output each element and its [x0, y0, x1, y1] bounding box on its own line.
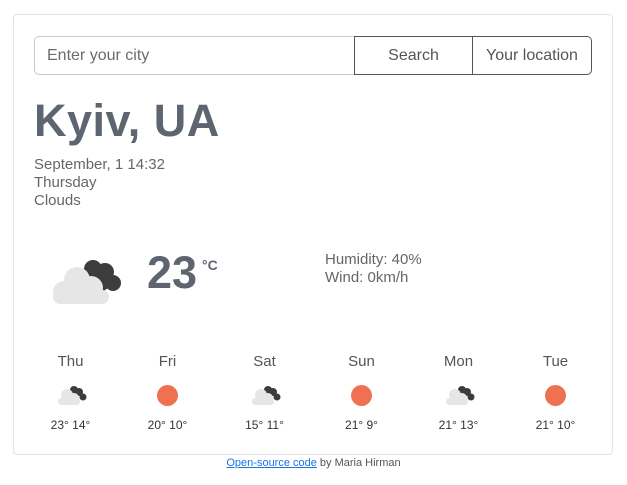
- weather-card: Search Your location Kyiv, UA September,…: [13, 14, 613, 455]
- cloud-icon: [47, 256, 123, 306]
- city-search-input[interactable]: [34, 36, 354, 75]
- current-weekday: Thursday: [34, 174, 97, 191]
- your-location-button[interactable]: Your location: [473, 36, 592, 75]
- sun-icon: [507, 382, 604, 408]
- forecast-day-name: Sun: [348, 353, 375, 370]
- current-temperature: 23: [147, 247, 198, 298]
- forecast-day-name: Mon: [443, 353, 474, 370]
- forecast-temps: 20° 10°: [147, 418, 188, 432]
- forecast-day: Sun 21° 9°: [313, 353, 410, 432]
- footer-author: by Maria Hirman: [316, 457, 401, 469]
- current-meta: September, 1 14:32 Thursday Clouds: [34, 156, 165, 210]
- forecast-temps: 21° 10°: [535, 418, 576, 432]
- sun-icon: [313, 382, 410, 408]
- forecast-day: Sat 15° 11°: [216, 353, 313, 432]
- current-date: September, 1 14:32: [34, 156, 165, 173]
- current-details: Humidity: 40% Wind: 0km/h: [325, 251, 422, 287]
- current-description: Clouds: [34, 192, 81, 209]
- forecast-temps: 15° 11°: [245, 418, 284, 432]
- forecast-day-name: Tue: [542, 353, 569, 370]
- cloud-icon: [216, 382, 313, 408]
- forecast-day-name: Thu: [57, 353, 84, 370]
- humidity-text: Humidity: 40%: [325, 251, 422, 268]
- footer: Open-source code by Maria Hirman: [0, 457, 627, 469]
- sun-icon: [119, 382, 216, 408]
- wind-text: Wind: 0km/h: [325, 269, 409, 286]
- temperature-unit[interactable]: °C: [202, 257, 218, 273]
- forecast-temps: 21° 9°: [345, 418, 378, 432]
- city-title: Kyiv, UA: [34, 95, 220, 146]
- forecast-day: Mon 21° 13°: [410, 353, 507, 432]
- forecast-temps: 21° 13°: [438, 418, 479, 432]
- open-source-link[interactable]: Open-source code: [226, 457, 317, 469]
- cloud-icon: [410, 382, 507, 408]
- forecast-day-name: Fri: [158, 353, 177, 370]
- forecast-day: Thu 23° 14°: [22, 353, 119, 432]
- search-form: Search Your location: [34, 36, 592, 75]
- forecast-temps: 23° 14°: [50, 418, 91, 432]
- search-button[interactable]: Search: [354, 36, 473, 75]
- cloud-icon: [22, 382, 119, 408]
- forecast-day: Tue 21° 10°: [507, 353, 604, 432]
- forecast-row: Thu 23° 14° Fri 20° 10° Sat 15° 11° Sun …: [22, 353, 604, 432]
- forecast-day: Fri 20° 10°: [119, 353, 216, 432]
- forecast-day-name: Sat: [253, 353, 276, 370]
